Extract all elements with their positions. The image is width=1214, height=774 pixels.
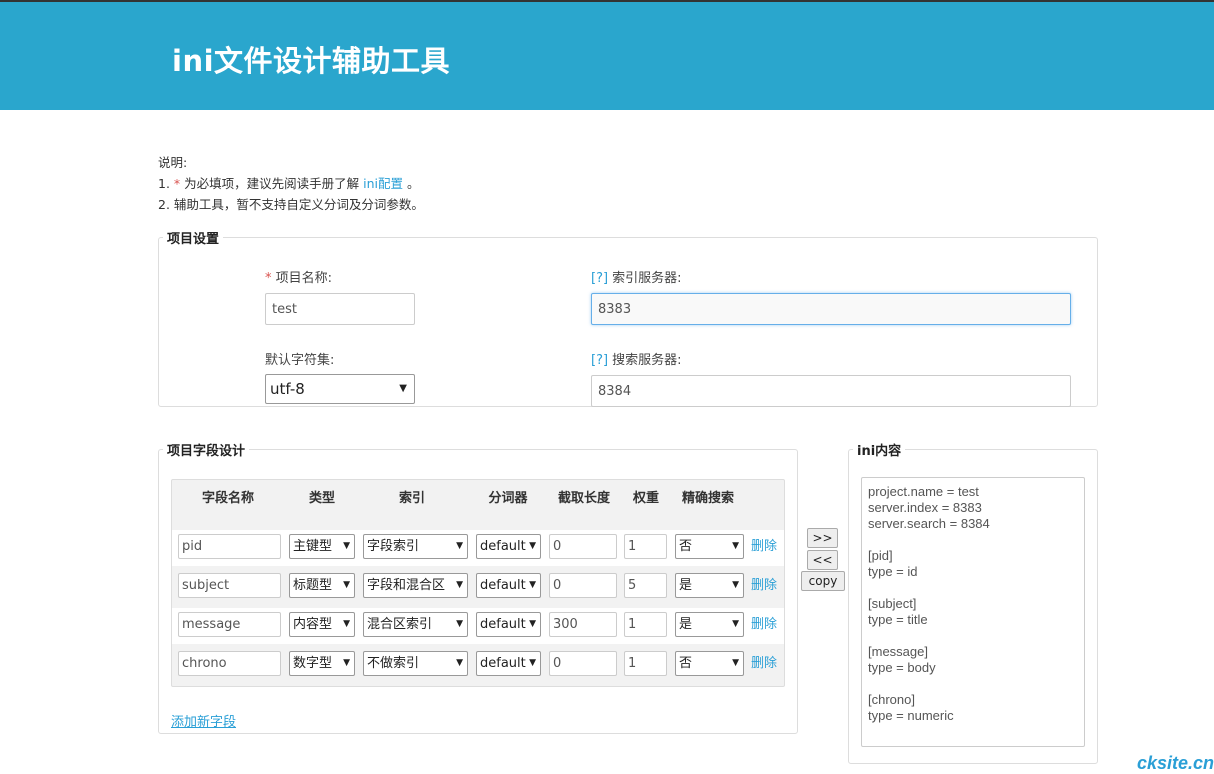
instructions-line-2: 2. 辅助工具，暂不支持自定义分词及分词参数。 xyxy=(158,197,424,212)
delete-field-link[interactable]: 删除 xyxy=(751,573,777,598)
header-weight: 权重 xyxy=(632,491,659,506)
field-name-input[interactable]: message xyxy=(178,612,281,637)
chevron-down-icon: ▼ xyxy=(343,541,350,551)
field-name-input[interactable]: pid xyxy=(178,534,281,559)
chevron-down-icon: ▼ xyxy=(456,619,463,629)
site-watermark: cksite.cn xyxy=(1137,753,1214,773)
field-cut-input[interactable]: 300 xyxy=(549,612,617,637)
ini-textarea[interactable]: project.name = test server.index = 8383 … xyxy=(861,477,1085,747)
header-index: 索引 xyxy=(398,491,425,506)
chevron-down-icon: ▼ xyxy=(343,619,350,629)
fields-design-panel: 项目字段设计 字段名称 类型 索引 分词器 截取长度 权重 精确搜索 pid 主… xyxy=(158,440,798,734)
add-field-link[interactable]: 添加新字段 xyxy=(171,711,236,730)
field-type-select[interactable]: 数字型 ▼ xyxy=(289,651,355,676)
table-row: pid 主键型 ▼ 字段索引 ▼ default ▼ 0 1 否 ▼ 删除 xyxy=(172,530,784,566)
fields-design-legend: 项目字段设计 xyxy=(167,444,246,459)
field-index-select[interactable]: 不做索引 ▼ xyxy=(363,651,468,676)
header-exact-search: 精确搜索 xyxy=(681,491,734,506)
table-row: subject 标题型 ▼ 字段和混合区 ▼ default ▼ 0 5 是 ▼ 删除 xyxy=(172,569,784,605)
chevron-down-icon: ▼ xyxy=(456,658,463,668)
project-settings-panel: 项目设置 * 项目名称: [?] 索引服务器: 默认字符集: utf-8▼ [?… xyxy=(158,228,1098,407)
header-cut-length: 截取长度 xyxy=(557,491,610,506)
chevron-down-icon: ▼ xyxy=(732,541,739,551)
chevron-down-icon: ▼ xyxy=(529,658,536,668)
chevron-down-icon: ▼ xyxy=(399,383,407,394)
field-name-input[interactable]: chrono xyxy=(178,651,281,676)
field-tokenizer-select[interactable]: default ▼ xyxy=(476,612,541,637)
header-tokenizer: 分词器 xyxy=(488,491,528,506)
chevron-down-icon: ▼ xyxy=(456,541,463,551)
field-exact-select[interactable]: 否 ▼ xyxy=(675,534,744,559)
copy-button[interactable]: copy xyxy=(801,571,845,591)
field-tokenizer-select[interactable]: default ▼ xyxy=(476,651,541,676)
chevron-down-icon: ▼ xyxy=(529,541,536,551)
ini-config-link[interactable]: ini配置 xyxy=(363,176,403,191)
instructions: 说明: 1. * 为必填项，建议先阅读手册了解 ini配置 。 2. 辅助工具，… xyxy=(158,152,424,215)
instructions-heading: 说明: xyxy=(158,155,188,170)
field-cut-input[interactable]: 0 xyxy=(549,534,617,559)
table-row: message 内容型 ▼ 混合区索引 ▼ default ▼ 300 1 是 ▼ 删除 xyxy=(172,608,784,644)
page-title: ini文件设计辅助工具 xyxy=(172,44,451,78)
parse-ini-button[interactable]: << xyxy=(807,550,838,570)
field-weight-input[interactable]: 5 xyxy=(624,573,667,598)
search-server-input[interactable] xyxy=(591,375,1071,407)
delete-field-link[interactable]: 删除 xyxy=(751,651,777,676)
chevron-down-icon: ▼ xyxy=(343,658,350,668)
field-cut-input[interactable]: 0 xyxy=(549,651,617,676)
field-weight-input[interactable]: 1 xyxy=(624,651,667,676)
ini-content-legend: ini内容 xyxy=(857,444,902,459)
chevron-down-icon: ▼ xyxy=(732,580,739,590)
chevron-down-icon: ▼ xyxy=(529,580,536,590)
field-weight-input[interactable]: 1 xyxy=(624,612,667,637)
chevron-down-icon: ▼ xyxy=(732,658,739,668)
header-type: 类型 xyxy=(308,491,335,506)
delete-field-link[interactable]: 删除 xyxy=(751,534,777,559)
page-header: ini文件设计辅助工具 xyxy=(0,2,1214,110)
field-type-select[interactable]: 内容型 ▼ xyxy=(289,612,355,637)
instructions-line-1: 1. * 为必填项，建议先阅读手册了解 ini配置 。 xyxy=(158,176,420,191)
field-index-select[interactable]: 字段和混合区 ▼ xyxy=(363,573,468,598)
chevron-down-icon: ▼ xyxy=(343,580,350,590)
project-name-label: * 项目名称: xyxy=(265,271,333,286)
field-tokenizer-select[interactable]: default ▼ xyxy=(476,573,541,598)
field-exact-select[interactable]: 是 ▼ xyxy=(675,573,744,598)
field-index-select[interactable]: 混合区索引 ▼ xyxy=(363,612,468,637)
header-field-name: 字段名称 xyxy=(201,491,254,506)
fields-table: 字段名称 类型 索引 分词器 截取长度 权重 精确搜索 pid 主键型 ▼ 字段索… xyxy=(171,479,785,687)
field-type-select[interactable]: 标题型 ▼ xyxy=(289,573,355,598)
index-server-input[interactable] xyxy=(591,293,1071,325)
chevron-down-icon: ▼ xyxy=(529,619,536,629)
field-weight-input[interactable]: 1 xyxy=(624,534,667,559)
index-server-help-link[interactable]: [?] xyxy=(591,271,608,286)
chevron-down-icon: ▼ xyxy=(732,619,739,629)
field-exact-select[interactable]: 是 ▼ xyxy=(675,612,744,637)
field-exact-select[interactable]: 否 ▼ xyxy=(675,651,744,676)
chevron-down-icon: ▼ xyxy=(456,580,463,590)
search-server-label: [?] 搜索服务器: xyxy=(591,353,682,368)
field-index-select[interactable]: 字段索引 ▼ xyxy=(363,534,468,559)
field-cut-input[interactable]: 0 xyxy=(549,573,617,598)
field-type-select[interactable]: 主键型 ▼ xyxy=(289,534,355,559)
table-row: chrono 数字型 ▼ 不做索引 ▼ default ▼ 0 1 否 ▼ 删除 xyxy=(172,647,784,683)
field-name-input[interactable]: subject xyxy=(178,573,281,598)
project-settings-legend: 项目设置 xyxy=(167,232,220,247)
charset-label: 默认字符集: xyxy=(265,353,335,368)
delete-field-link[interactable]: 删除 xyxy=(751,612,777,637)
search-server-help-link[interactable]: [?] xyxy=(591,353,608,368)
ini-content-panel: ini内容 project.name = test server.index =… xyxy=(848,440,1098,764)
project-name-input[interactable] xyxy=(265,293,415,325)
field-tokenizer-select[interactable]: default ▼ xyxy=(476,534,541,559)
generate-ini-button[interactable]: >> xyxy=(807,528,838,548)
charset-select[interactable]: utf-8 ▼ xyxy=(265,374,415,404)
index-server-label: [?] 索引服务器: xyxy=(591,271,682,286)
